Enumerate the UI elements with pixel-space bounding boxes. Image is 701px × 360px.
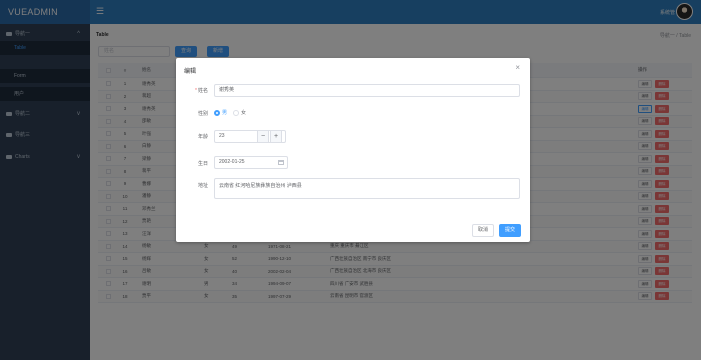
- submit-button[interactable]: 提交: [499, 224, 521, 237]
- birth-date-picker[interactable]: 2002-01-25: [214, 156, 288, 169]
- sex-label: 性别: [197, 111, 208, 117]
- cancel-button[interactable]: 取消: [472, 224, 494, 237]
- edit-dialog: 编辑 × *姓名 谢秀英 性别 男 女 年龄 23 − + 生日 2002-01…: [176, 58, 530, 242]
- name-field[interactable]: 谢秀英: [214, 84, 520, 97]
- birth-label: 生日: [197, 161, 208, 167]
- address-textarea[interactable]: 云南省 红河哈尼族彝族自治州 泸西县: [214, 178, 520, 199]
- increment-button[interactable]: +: [270, 130, 282, 143]
- required-marker: *: [195, 88, 197, 94]
- name-label: *姓名: [186, 87, 208, 94]
- close-icon[interactable]: ×: [515, 64, 520, 72]
- radio-dot: [214, 109, 220, 116]
- radio-label: 男: [222, 110, 228, 116]
- name-label-text: 姓名: [197, 88, 208, 94]
- sex-radio-male[interactable]: 男: [214, 109, 227, 116]
- decrement-button[interactable]: −: [257, 130, 269, 143]
- radio-dot: [233, 109, 239, 116]
- dialog-title: 编辑: [184, 69, 197, 75]
- sex-radio-female[interactable]: 女: [233, 109, 246, 116]
- calendar-icon[interactable]: [278, 160, 284, 165]
- radio-label: 女: [241, 110, 247, 116]
- age-label: 年龄: [197, 134, 208, 140]
- addr-label: 地址: [197, 183, 208, 189]
